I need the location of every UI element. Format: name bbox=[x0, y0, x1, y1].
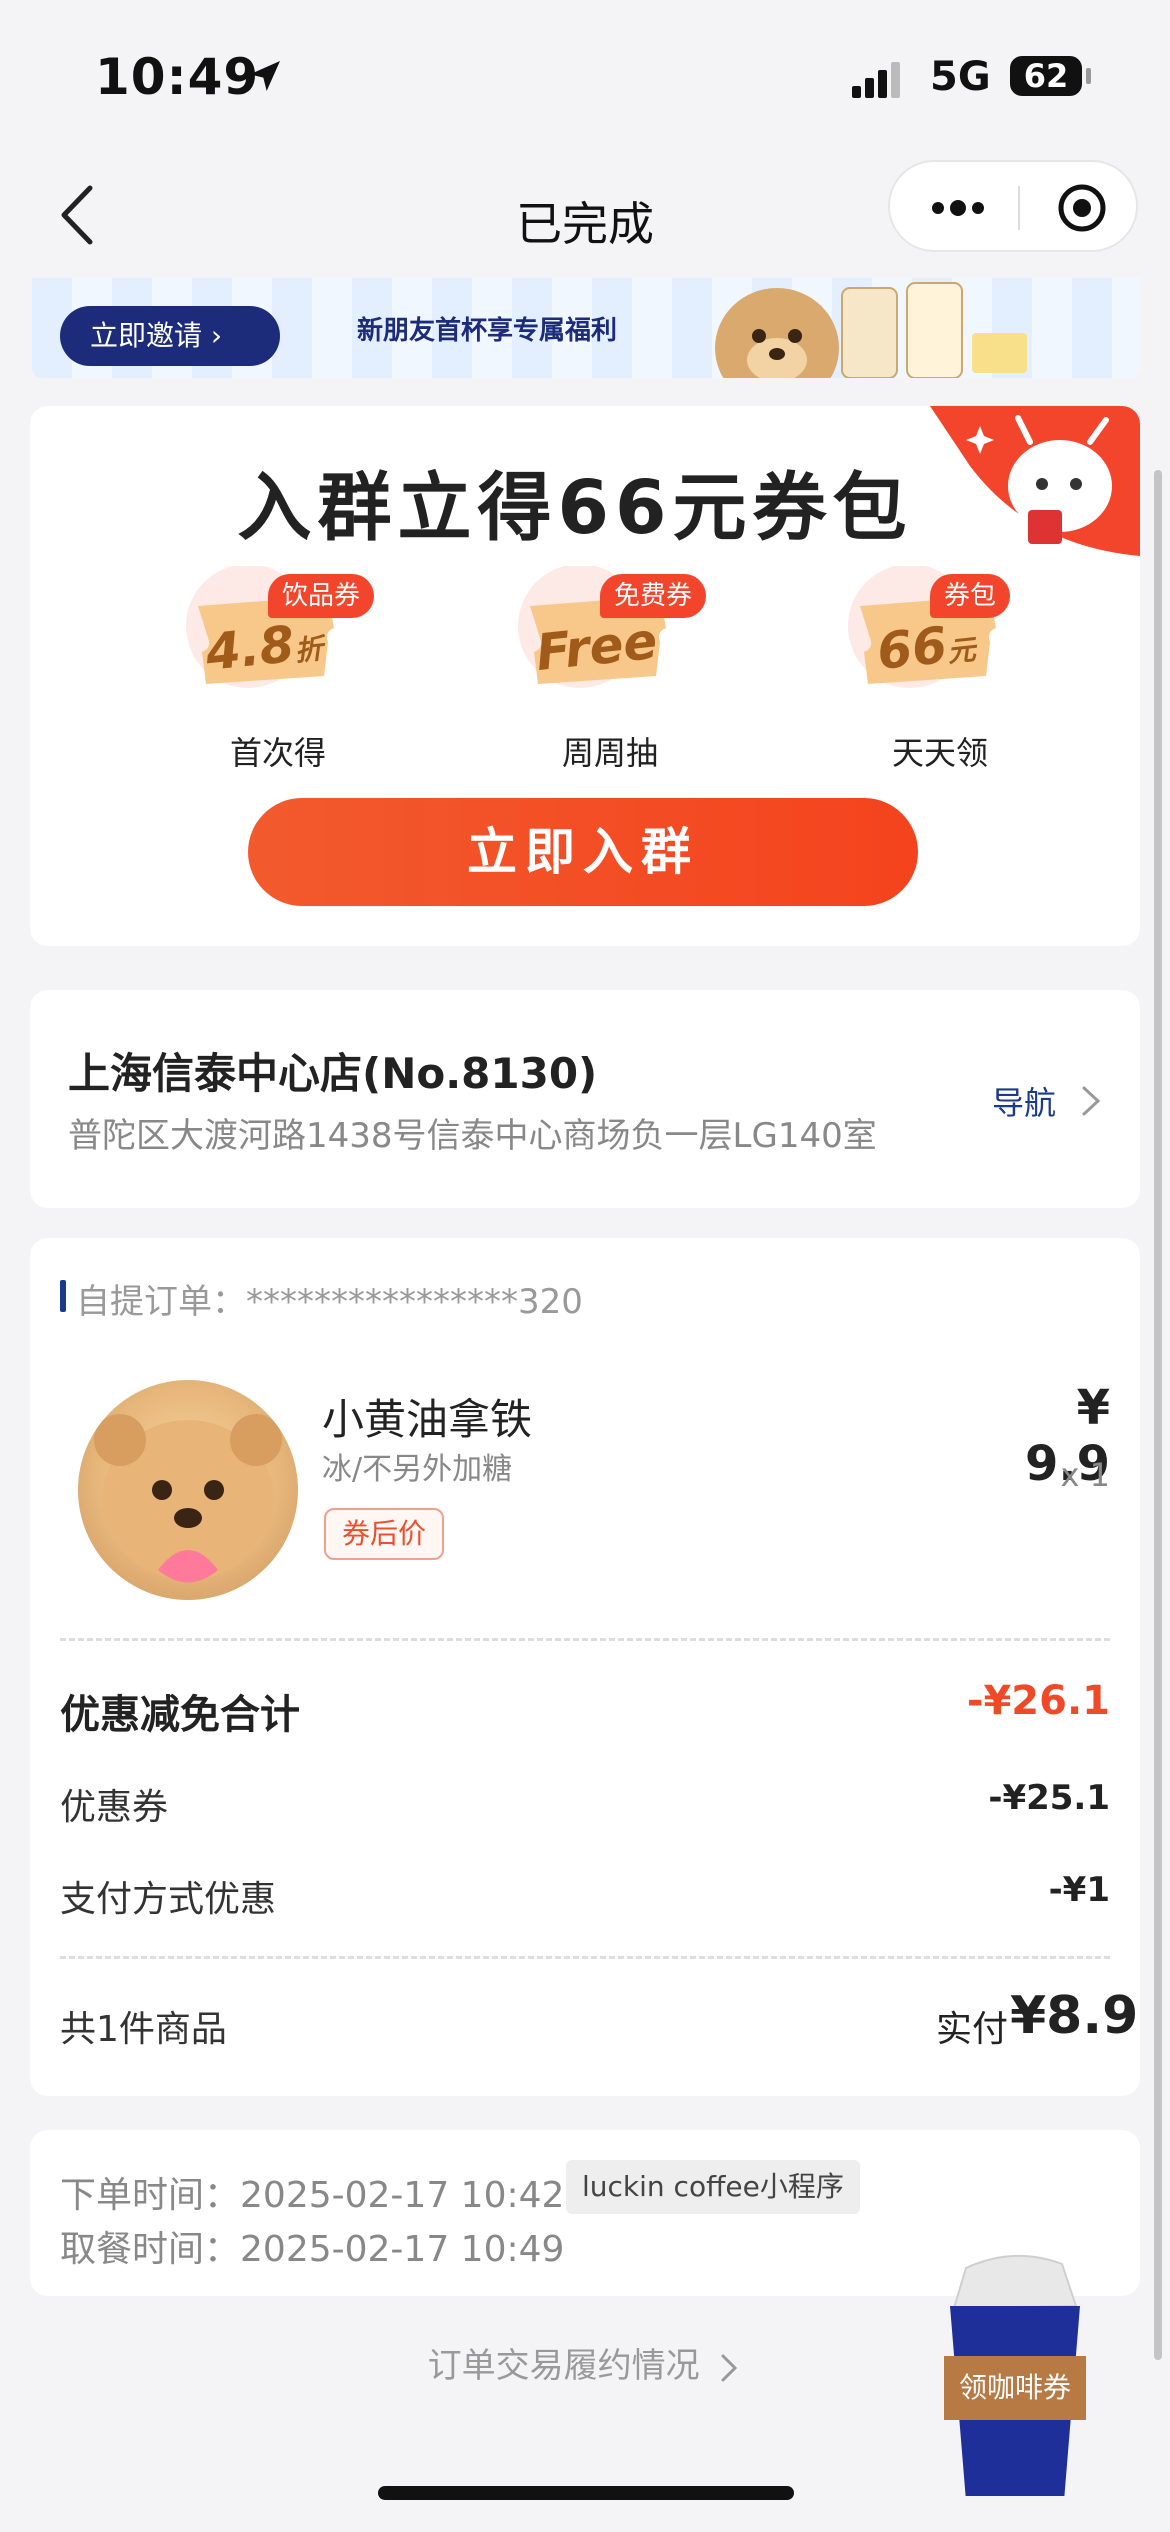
signal-icon bbox=[852, 62, 900, 98]
perk-tag: 饮品券 bbox=[268, 574, 375, 618]
perk-first-time: 4.8折 饮品券 首次得 bbox=[178, 566, 378, 772]
discount-total-value: -¥26.1 bbox=[966, 1678, 1110, 1724]
coupon-price-badge: 券后价 bbox=[324, 1508, 444, 1560]
ticket-unit: 元 bbox=[945, 632, 978, 669]
perk-weekly-draw: Free 免费券 周周抽 bbox=[510, 566, 710, 772]
order-time-label: 下单时间： bbox=[60, 2175, 241, 2216]
chevron-right-icon[interactable] bbox=[1076, 1082, 1106, 1120]
banner-caption: 新朋友首杯享专属福利 bbox=[357, 316, 618, 346]
coffee-widget-label: 领咖啡券 bbox=[944, 2356, 1086, 2420]
coupon-discount-label: 优惠券 bbox=[60, 1787, 169, 1828]
store-address: 普陀区大渡河路1438号信泰中心商场负一层LG140室 bbox=[68, 1116, 877, 1156]
perk-tag: 免费券 bbox=[600, 574, 707, 618]
coffee-coupon-widget[interactable]: 领咖啡券 bbox=[940, 2250, 1090, 2500]
perk-caption: 天天领 bbox=[891, 734, 988, 772]
drink-cups-image bbox=[841, 282, 1027, 378]
battery-indicator: 62 bbox=[1010, 56, 1082, 96]
coffee-cup-icon bbox=[952, 2254, 1078, 2310]
payment-discount-value: -¥1 bbox=[1048, 1870, 1110, 1910]
divider bbox=[60, 1638, 1110, 1641]
perk-caption: 周周抽 bbox=[561, 734, 658, 772]
item-count: 共1件商品 bbox=[60, 2009, 227, 2050]
order-label: 自提订单： bbox=[76, 1282, 246, 1322]
order-accent-bar bbox=[60, 1280, 66, 1312]
divider bbox=[60, 1956, 1110, 1959]
pickup-time: 取餐时间：2025-02-17 10:49 bbox=[60, 2220, 564, 2272]
invite-banner[interactable]: 立即邀请 › 新朋友首杯享专属福利 bbox=[32, 278, 1140, 378]
coupon-discount-value: -¥25.1 bbox=[988, 1778, 1110, 1818]
network-label: 5G bbox=[930, 54, 991, 100]
order-number-value: ****************320 bbox=[246, 1282, 583, 1322]
status-bar: 10:49 5G 62 bbox=[0, 0, 1170, 150]
location-arrow-icon bbox=[250, 61, 280, 91]
order-number: 自提订单：****************320 bbox=[76, 1274, 583, 1323]
join-group-button[interactable]: 立即入群 bbox=[248, 798, 918, 906]
invite-button[interactable]: 立即邀请 › bbox=[60, 306, 280, 366]
paid-label: 实付 bbox=[936, 2009, 1009, 2050]
store-card: 上海信泰中心店(No.8130) 普陀区大渡河路1438号信泰中心商场负一层LG… bbox=[30, 990, 1140, 1208]
store-name: 上海信泰中心店(No.8130) bbox=[68, 1049, 598, 1098]
nav-bar: 已完成 bbox=[0, 160, 1170, 270]
item-spec: 冰/不另外加糖 bbox=[322, 1452, 513, 1487]
order-time-value: 2025-02-17 10:42 bbox=[240, 2175, 565, 2216]
perk-daily-claim: 66元 券包 天天领 bbox=[840, 566, 1040, 772]
perk-caption: 首次得 bbox=[229, 734, 326, 772]
join-group-card: 入群立得66元券包 4.8折 饮品券 首次得 Free 免费券 周周抽 66元 … bbox=[30, 406, 1140, 946]
bear-product-image bbox=[94, 1414, 282, 1583]
item-name: 小黄油拿铁 bbox=[322, 1395, 533, 1444]
payment-discount-label: 支付方式优惠 bbox=[60, 1879, 277, 1920]
mini-program-capsule bbox=[888, 160, 1138, 252]
capsule-divider bbox=[1018, 186, 1020, 230]
product-image bbox=[78, 1380, 298, 1600]
perk-tag: 券包 bbox=[930, 574, 1011, 618]
target-icon[interactable] bbox=[1056, 182, 1108, 234]
chevron-right-icon bbox=[721, 2354, 738, 2381]
invite-button-label: 立即邀请 bbox=[90, 319, 203, 352]
paid-amount: ¥8.9 bbox=[1010, 1986, 1139, 2046]
more-icon[interactable] bbox=[928, 190, 988, 226]
pickup-time-label: 取餐时间： bbox=[60, 2229, 241, 2270]
order-source-chip: luckin coffee小程序 bbox=[566, 2160, 860, 2214]
pickup-time-value: 2025-02-17 10:49 bbox=[240, 2229, 565, 2270]
battery-cap bbox=[1086, 68, 1091, 84]
deer-mascot-image bbox=[930, 406, 1140, 556]
discount-total-label: 优惠减免合计 bbox=[60, 1692, 300, 1738]
home-indicator[interactable] bbox=[378, 2486, 794, 2500]
scrollbar[interactable] bbox=[1154, 470, 1162, 2360]
order-card: 自提订单：****************320 小黄油拿铁 冰/不另外加糖 券… bbox=[30, 1238, 1140, 2096]
navigate-link[interactable]: 导航 bbox=[992, 1078, 1056, 1124]
status-time: 10:49 bbox=[95, 48, 260, 106]
ticket-unit: 折 bbox=[293, 631, 325, 668]
fulfillment-link-label: 订单交易履约情况 bbox=[427, 2346, 700, 2386]
order-time: 下单时间：2025-02-17 10:42 bbox=[60, 2166, 564, 2218]
ticket-value: 4.8 bbox=[202, 614, 298, 682]
item-quantity: x 1 bbox=[1060, 1456, 1110, 1494]
ticket-value: 66 bbox=[874, 615, 950, 681]
